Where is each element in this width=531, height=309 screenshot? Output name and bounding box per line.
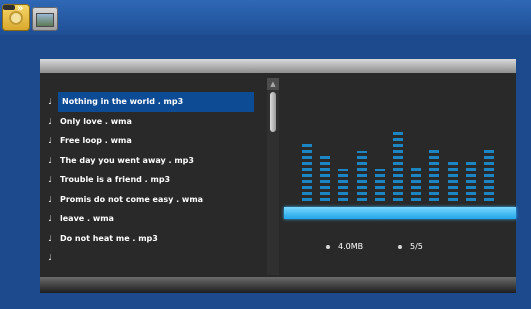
playlist-item[interactable]: ♩ Do not heat me . mp3 xyxy=(44,229,274,249)
track-name: leave . wma xyxy=(60,214,114,223)
equalizer-bar xyxy=(393,129,403,201)
track-name: Only love . wma xyxy=(60,116,132,126)
equalizer-bar xyxy=(338,169,349,201)
track-name: Promis do not come easy . wma xyxy=(60,194,204,204)
music-note-icon: ♩ xyxy=(48,233,52,243)
bullet-icon xyxy=(326,244,330,249)
panel-header xyxy=(40,59,516,73)
photo-icon[interactable] xyxy=(32,7,58,31)
track-name: Free loop . wma xyxy=(60,136,132,145)
playlist-item[interactable]: ♩ Nothing in the world . mp3 xyxy=(44,92,274,112)
playlist-item[interactable]: ♩ The day you went away . mp3 xyxy=(44,151,274,171)
playlist-item[interactable]: ♩ Free loop . wma xyxy=(44,131,274,151)
equalizer-bar xyxy=(465,161,476,201)
player-panel: ♩ Nothing in the world . mp3 ♩ Only love . … xyxy=(40,59,516,293)
music-note-icon: ♩ xyxy=(48,97,52,106)
equalizer-visualizer xyxy=(284,129,496,201)
playlist: ♩ Nothing in the world . mp3 ♩ Only love . … xyxy=(44,92,274,268)
bullet-icon xyxy=(398,244,402,249)
file-size-info: 4.0MB xyxy=(326,242,363,251)
playlist-item[interactable]: ♩ Promis do not come easy . wma xyxy=(44,190,274,210)
track-name: Trouble is a friend . mp3 xyxy=(60,175,171,184)
scroll-up-icon[interactable]: ▲ xyxy=(267,78,279,90)
cable-icon xyxy=(3,5,15,10)
equalizer-bar xyxy=(374,169,385,201)
music-icon[interactable]: » xyxy=(2,4,30,31)
track-name: Nothing in the world . mp3 xyxy=(58,92,254,112)
equalizer-bar xyxy=(447,161,458,201)
music-note-icon: ♩ xyxy=(48,155,52,165)
music-note-icon: ♩ xyxy=(48,253,52,262)
equalizer-bar xyxy=(429,150,440,201)
playlist-item[interactable]: ♩ leave . wma xyxy=(44,209,274,229)
track-name: The day you went away . mp3 xyxy=(60,155,194,165)
progress-bar xyxy=(284,207,516,219)
playlist-item[interactable]: ♩ Only love . wma xyxy=(44,112,274,132)
equalizer-bar xyxy=(302,142,312,201)
equalizer-bar xyxy=(484,150,494,201)
music-note-icon: ♩ xyxy=(48,116,52,126)
music-note-icon: ♩ xyxy=(48,194,52,204)
track-position: 5/5 xyxy=(410,242,423,251)
music-note-icon: ♩ xyxy=(48,136,52,145)
track-name: Do not heat me . mp3 xyxy=(60,233,158,243)
playlist-scrollbar[interactable]: ▲ xyxy=(267,78,279,275)
track-position-info: 5/5 xyxy=(398,242,423,251)
music-note-icon: ♩ xyxy=(48,214,52,223)
music-note-icon: ♩ xyxy=(48,175,52,184)
file-size: 4.0MB xyxy=(338,242,364,251)
playlist-item[interactable]: ♩ Trouble is a friend . mp3 xyxy=(44,170,274,190)
equalizer-bar xyxy=(320,154,331,201)
equalizer-bar xyxy=(356,151,367,201)
top-bar xyxy=(0,0,531,35)
playlist-item[interactable]: ♩ xyxy=(44,248,274,268)
panel-footer xyxy=(40,277,516,293)
scroll-thumb[interactable] xyxy=(270,92,276,132)
equalizer-bar xyxy=(411,165,422,201)
disc-icon xyxy=(9,11,23,25)
picture-icon xyxy=(36,13,54,27)
